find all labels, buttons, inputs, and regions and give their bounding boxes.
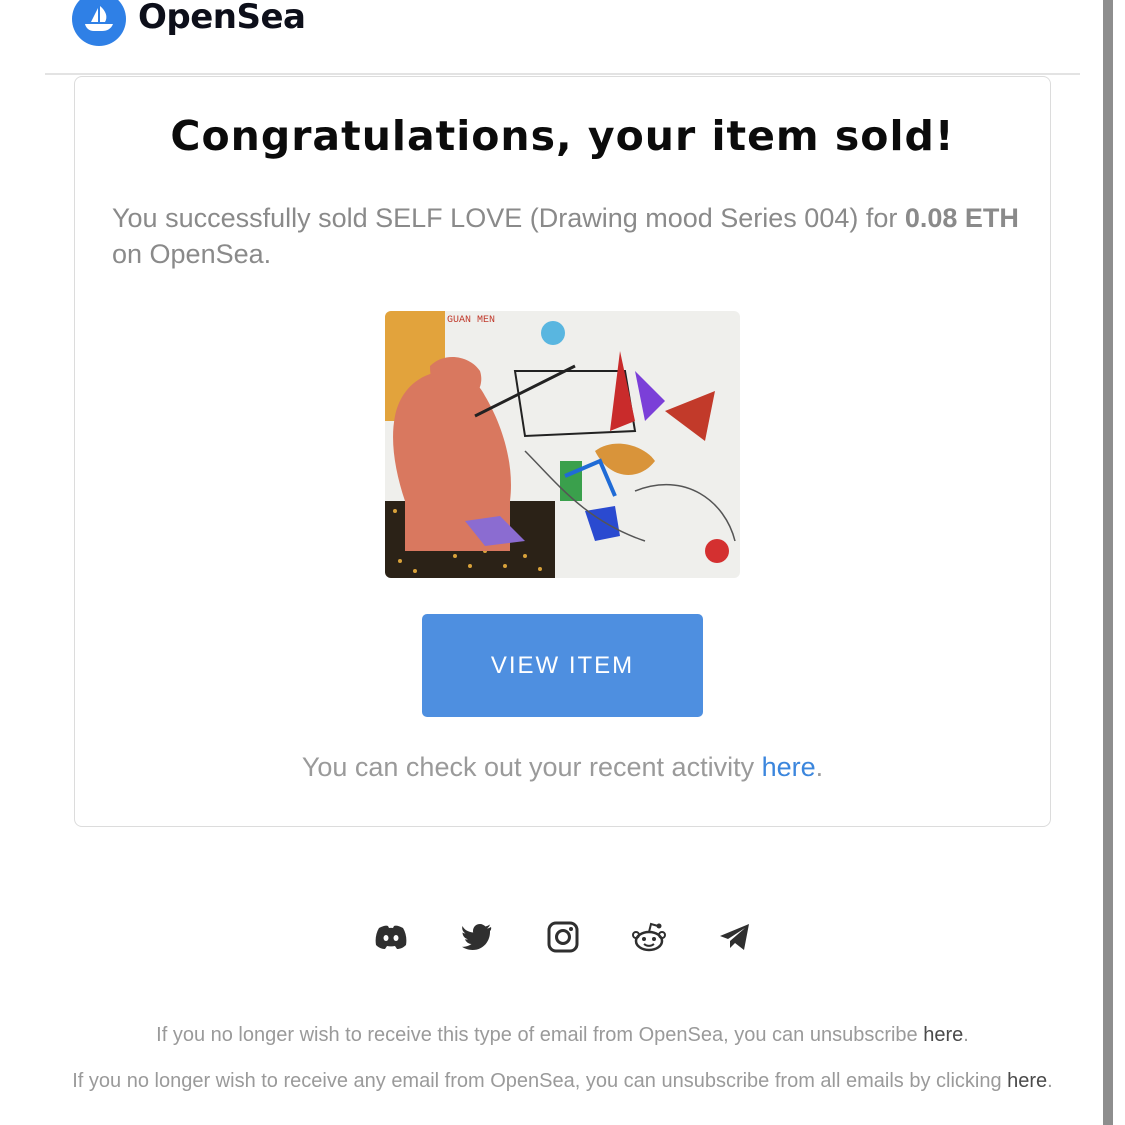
message-suffix: on OpenSea. xyxy=(112,239,272,269)
activity-prefix: You can check out your recent activity xyxy=(301,752,762,782)
header: OpenSea xyxy=(72,0,306,48)
reddit-icon[interactable] xyxy=(630,918,668,956)
footer-line1-suffix: . xyxy=(963,1024,969,1046)
brand-name[interactable]: OpenSea xyxy=(138,0,306,37)
unsubscribe-type-notice: If you no longer wish to receive this ty… xyxy=(70,1018,1055,1052)
scrollbar[interactable] xyxy=(1103,0,1113,1125)
activity-link[interactable]: here xyxy=(762,752,816,782)
telegram-icon[interactable] xyxy=(716,918,754,956)
header-divider xyxy=(45,73,1080,75)
view-item-button[interactable]: VIEW ITEM xyxy=(422,614,703,717)
artwork-image[interactable]: GUAN MEN xyxy=(385,311,740,578)
social-links xyxy=(372,918,754,956)
footer-line2-prefix: If you no longer wish to receive any ema… xyxy=(72,1070,1008,1092)
activity-suffix: . xyxy=(815,752,824,782)
instagram-icon[interactable] xyxy=(544,918,582,956)
card-title: Congratulations, your item sold! xyxy=(170,112,955,160)
twitter-icon[interactable] xyxy=(458,918,496,956)
discord-icon[interactable] xyxy=(372,918,410,956)
sale-price: 0.08 ETH xyxy=(904,203,1019,233)
sale-message: You successfully sold SELF LOVE (Drawing… xyxy=(112,200,1022,272)
footer-line2-suffix: . xyxy=(1047,1070,1053,1092)
ship-icon[interactable] xyxy=(72,0,126,46)
message-prefix: You successfully sold SELF LOVE (Drawing… xyxy=(112,203,905,233)
unsubscribe-all-notice: If you no longer wish to receive any ema… xyxy=(70,1064,1055,1098)
artwork-caption: GUAN MEN xyxy=(447,315,495,326)
unsubscribe-all-link[interactable]: here xyxy=(1007,1070,1047,1092)
footer-line1-prefix: If you no longer wish to receive this ty… xyxy=(156,1024,924,1046)
activity-message: You can check out your recent activity h… xyxy=(0,752,1125,783)
unsubscribe-type-link[interactable]: here xyxy=(923,1024,963,1046)
